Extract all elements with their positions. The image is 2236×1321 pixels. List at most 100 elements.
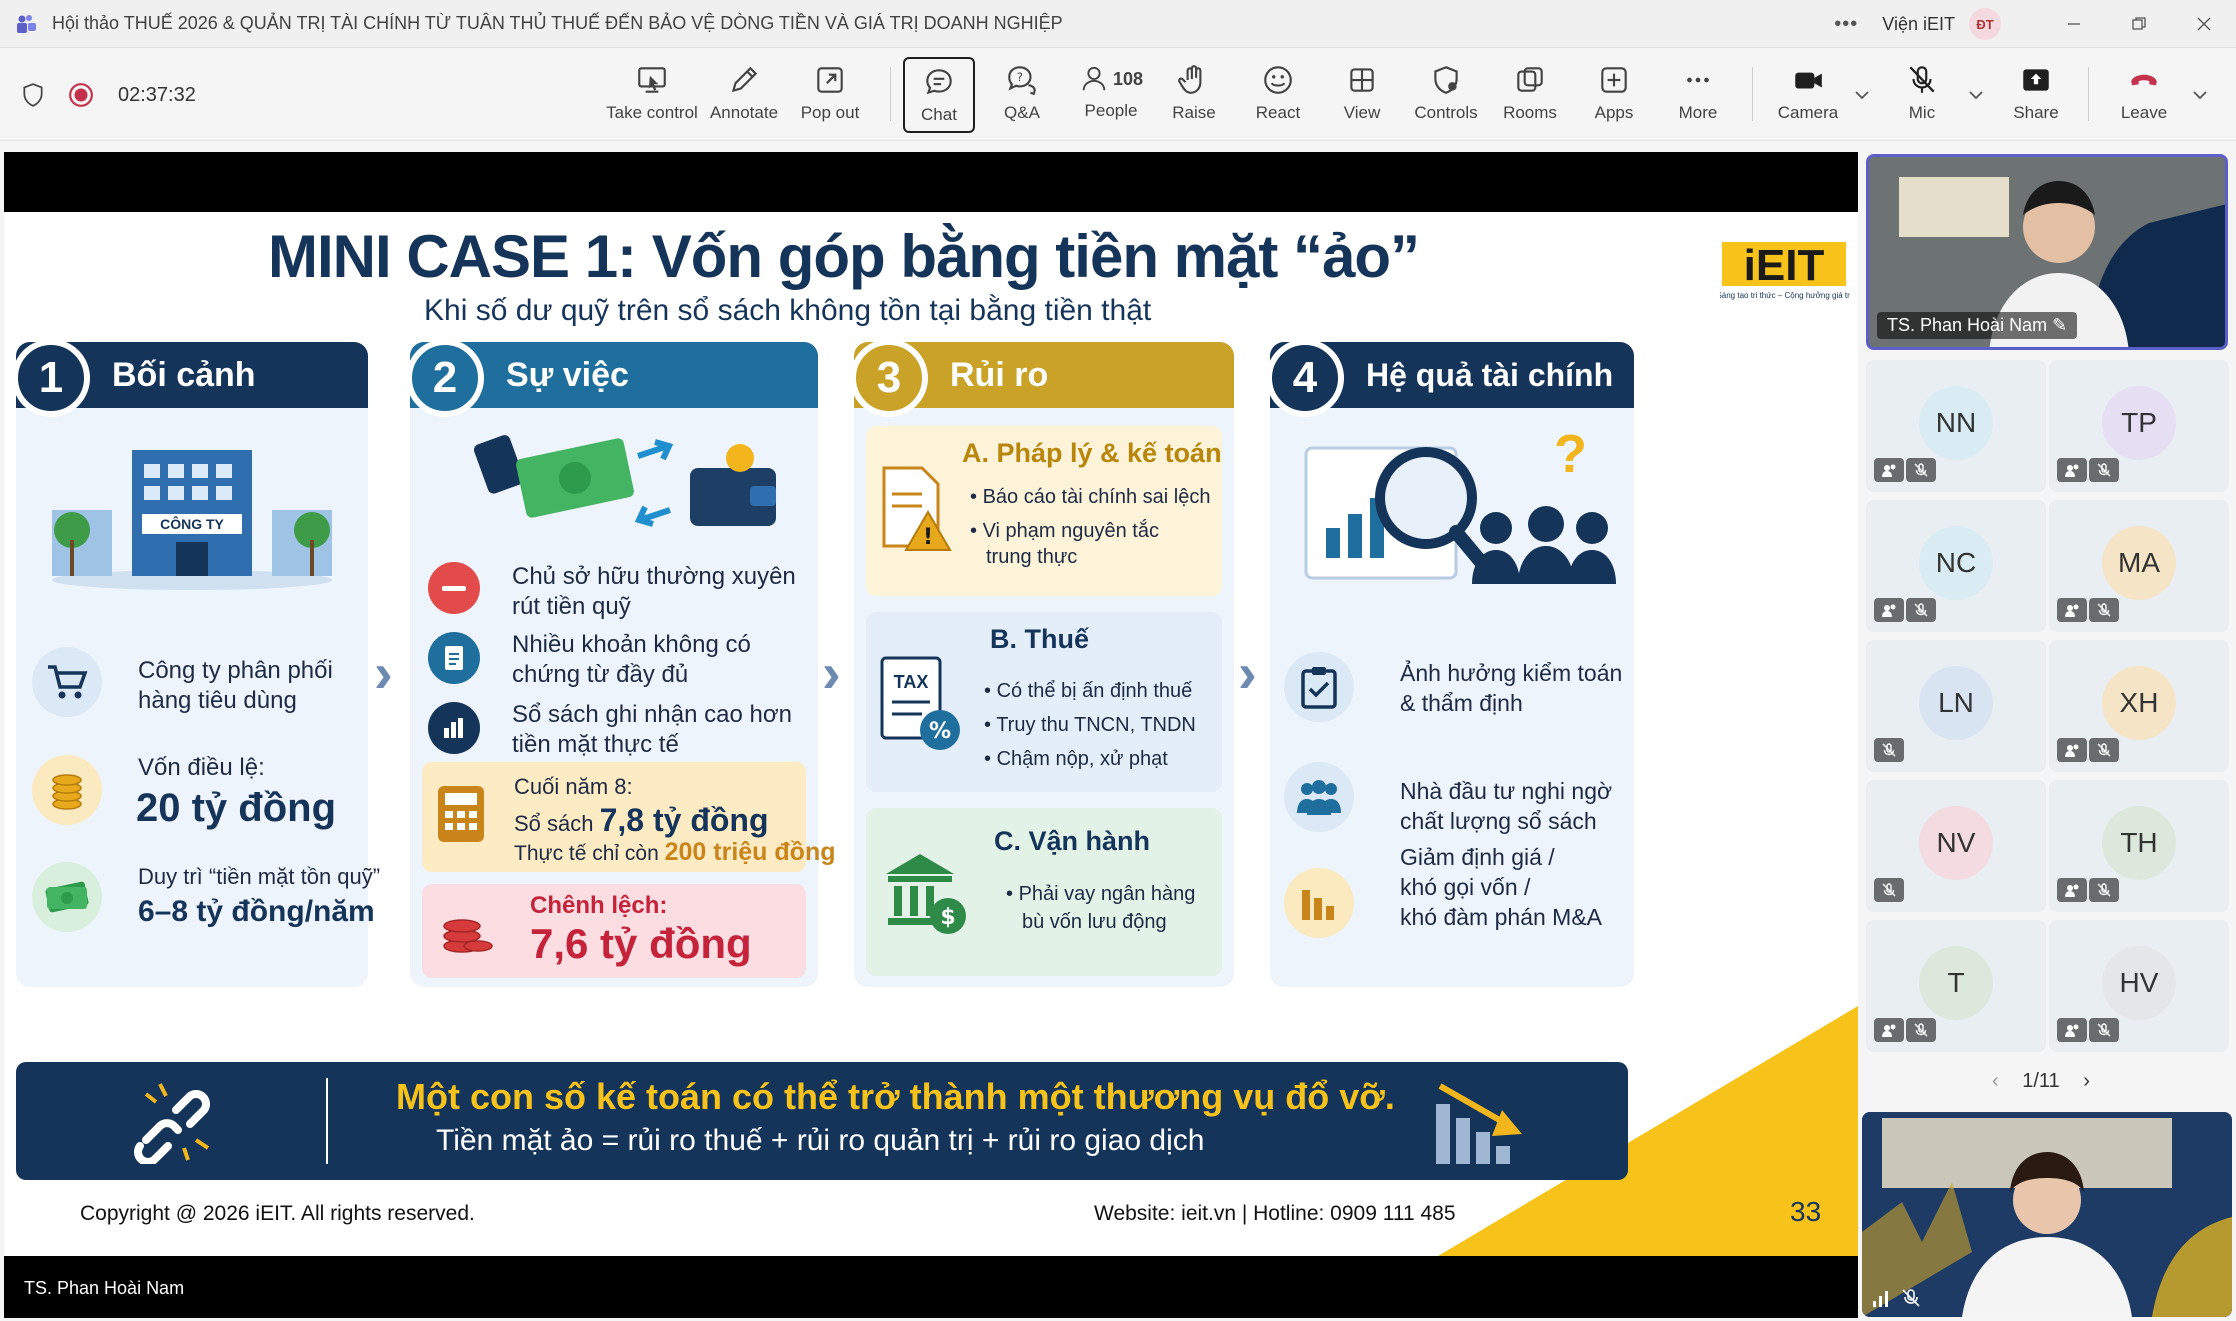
apps-button[interactable]: Apps <box>1572 57 1656 133</box>
annotate-button[interactable]: Annotate <box>702 57 786 133</box>
logo-tagline: Sáng tạo tri thức – Cộng hưởng giá trị <box>1720 291 1850 300</box>
smiley-icon <box>1264 66 1292 94</box>
take-control-button[interactable]: Take control <box>606 57 698 133</box>
participant-tile[interactable]: NV <box>1866 780 2046 912</box>
controls-button[interactable]: Controls <box>1404 57 1488 133</box>
participant-gallery: TS. Phan Hoài Nam ✎ NN TP NC MA LN XH NV TH T HV … <box>1862 148 2236 1321</box>
participant-tile[interactable]: LN <box>1866 640 2046 772</box>
warning-document-icon: ! <box>882 466 952 551</box>
declining-bars-icon <box>1284 868 1354 938</box>
risk-operation-item-1: • Phải vay ngân hàng <box>1006 883 1196 905</box>
risk-operation-items: • Phải vay ngân hàng bù vốn lưu động <box>1006 880 1195 936</box>
step-number: 2 <box>406 339 484 417</box>
book-amount-label: Sổ sách <box>514 811 600 836</box>
participant-tile[interactable]: NC <box>1866 500 2046 632</box>
presenter-name-label: TS. Phan Hoài Nam <box>24 1278 185 1298</box>
participant-tile[interactable]: MA <box>2049 500 2229 632</box>
step-number: 3 <box>850 339 928 417</box>
more-options-icon[interactable]: ••• <box>1834 13 1858 36</box>
participant-tile[interactable]: HV <box>2049 920 2229 1052</box>
pop-out-label: Pop out <box>800 103 860 122</box>
consequence-item-2: Nhà đầu tư nghi ngờ chất lượng sổ sách <box>1400 776 1612 836</box>
participant-tile[interactable]: NN <box>1866 360 2046 492</box>
restore-button[interactable] <box>2106 0 2171 48</box>
participant-status-icon <box>2057 598 2087 622</box>
mic-muted-icon <box>1874 738 1904 762</box>
slide-contact: Website: ieit.vn | Hotline: 0909 111 485 <box>1094 1202 1456 1225</box>
people-button[interactable]: 108 People <box>1066 57 1156 133</box>
difference-value: 7,6 tỷ đồng <box>530 920 752 967</box>
participant-video-tile[interactable] <box>1862 1112 2232 1317</box>
react-label: React <box>1255 103 1301 122</box>
share-button[interactable]: Share <box>1994 57 2078 133</box>
mic-muted-icon <box>2089 458 2119 482</box>
participant-tile[interactable]: TH <box>2049 780 2229 912</box>
risk-legal-item-2-cont: trung thực <box>986 546 1078 568</box>
book-amount: Sổ sách 7,8 tỷ đồng <box>514 802 769 839</box>
participant-status-icon <box>2057 1018 2087 1042</box>
pop-out-button[interactable]: Pop out <box>788 57 872 133</box>
leave-label: Leave <box>2120 103 2168 122</box>
qa-button[interactable]: ? Q&A <box>980 57 1064 133</box>
org-name[interactable]: Viện iEIT <box>1882 14 1955 35</box>
view-label: View <box>1343 103 1381 122</box>
user-avatar[interactable]: ĐT <box>1969 8 2001 40</box>
raise-hand-button[interactable]: Raise <box>1152 57 1236 133</box>
coins-icon <box>32 755 102 825</box>
prev-page-icon[interactable]: ‹ <box>1992 1070 1999 1092</box>
banner-divider <box>326 1078 328 1164</box>
pin-icon[interactable]: ✎ <box>2052 315 2067 335</box>
book-amount-value: 7,8 tỷ đồng <box>599 802 769 838</box>
risk-tax-item-2-text: Truy thu TNCN, TNDN <box>996 714 1196 736</box>
participant-tile[interactable]: XH <box>2049 640 2229 772</box>
next-page-icon[interactable]: › <box>2083 1070 2090 1092</box>
window-title: Hội thảo THUẾ 2026 & QUẢN TRỊ TÀI CHÍNH … <box>52 13 1063 33</box>
leave-options-chevron-icon[interactable] <box>2190 85 2210 105</box>
risk-operation-box: $ C. Vận hành • Phải vay ngân hàng bù vố… <box>866 808 1222 976</box>
mic-muted-icon <box>1874 878 1904 902</box>
teams-icon <box>17 14 36 33</box>
consequence-item-2-line-2: chất lượng sổ sách <box>1400 808 1597 834</box>
incident-item-3: Sổ sách ghi nhận cao hơn tiền mặt thực t… <box>512 700 792 760</box>
svg-text:?: ? <box>1017 70 1023 84</box>
chat-button[interactable]: Chat <box>903 57 975 133</box>
view-button[interactable]: View <box>1320 57 1404 133</box>
participant-tile[interactable]: TP <box>2049 360 2229 492</box>
mic-button[interactable]: Mic <box>1880 57 1964 133</box>
actual-amount: Thực tế chỉ còn 200 triệu đồng <box>514 838 836 867</box>
participant-avatar: NN <box>1919 386 1993 460</box>
camera-options-chevron-icon[interactable] <box>1852 85 1872 105</box>
incident-item-2-line-2: chứng từ đầy đủ <box>512 661 689 688</box>
consequence-item-3: Giảm định giá / khó gọi vốn / khó đàm ph… <box>1400 842 1602 932</box>
shopping-cart-icon <box>32 647 102 717</box>
presenter-video-tile[interactable]: TS. Phan Hoài Nam ✎ <box>1866 154 2228 350</box>
shield-icon[interactable] <box>20 82 46 108</box>
camera-button[interactable]: Camera <box>1766 57 1850 133</box>
ieit-logo: iEIT Sáng tạo tri thức – Cộng hưởng giá … <box>1716 234 1851 304</box>
risk-operation-item-1-cont: bù vốn lưu động <box>1022 911 1167 933</box>
rooms-button[interactable]: Rooms <box>1488 57 1572 133</box>
bank-icon: $ <box>886 854 966 934</box>
cash-stack-icon <box>32 862 102 932</box>
incident-item-1: Chủ sở hữu thường xuyên rút tiền quỹ <box>512 562 796 622</box>
shared-screen: MINI CASE 1: Vốn góp bằng tiền mặt “ảo” … <box>4 152 1858 1318</box>
mic-options-chevron-icon[interactable] <box>1966 85 1986 105</box>
controls-label: Controls <box>1414 103 1478 122</box>
banner-formula: Tiền mặt ảo = rủi ro thuế + rủi ro quản … <box>436 1124 1205 1157</box>
gallery-pager: ‹ 1/11 › <box>1992 1070 2090 1093</box>
incident-item-2-line-1: Nhiều khoản không có <box>512 631 751 658</box>
analysis-magnifier-icon: ? <box>1304 428 1616 584</box>
slide-title: MINI CASE 1: Vốn góp bằng tiền mặt “ảo” <box>268 223 1420 290</box>
participant-tile[interactable]: T <box>1866 920 2046 1052</box>
column-header: 3 Rủi ro <box>850 339 1234 417</box>
incident-item-2: Nhiều khoản không có chứng từ đầy đủ <box>512 630 751 690</box>
more-button[interactable]: More <box>1656 57 1740 133</box>
minimize-button[interactable] <box>2041 0 2106 48</box>
conclusion-banner: Một con số kế toán có thể trở thành một … <box>16 1062 1628 1180</box>
close-button[interactable] <box>2171 0 2236 48</box>
mic-muted-icon <box>2089 1018 2119 1042</box>
react-button[interactable]: React <box>1236 57 1320 133</box>
consequence-item-1-line-1: Ảnh hưởng kiểm toán <box>1400 660 1623 686</box>
leave-button[interactable]: Leave <box>2102 57 2186 133</box>
clipboard-check-icon <box>1284 652 1354 722</box>
